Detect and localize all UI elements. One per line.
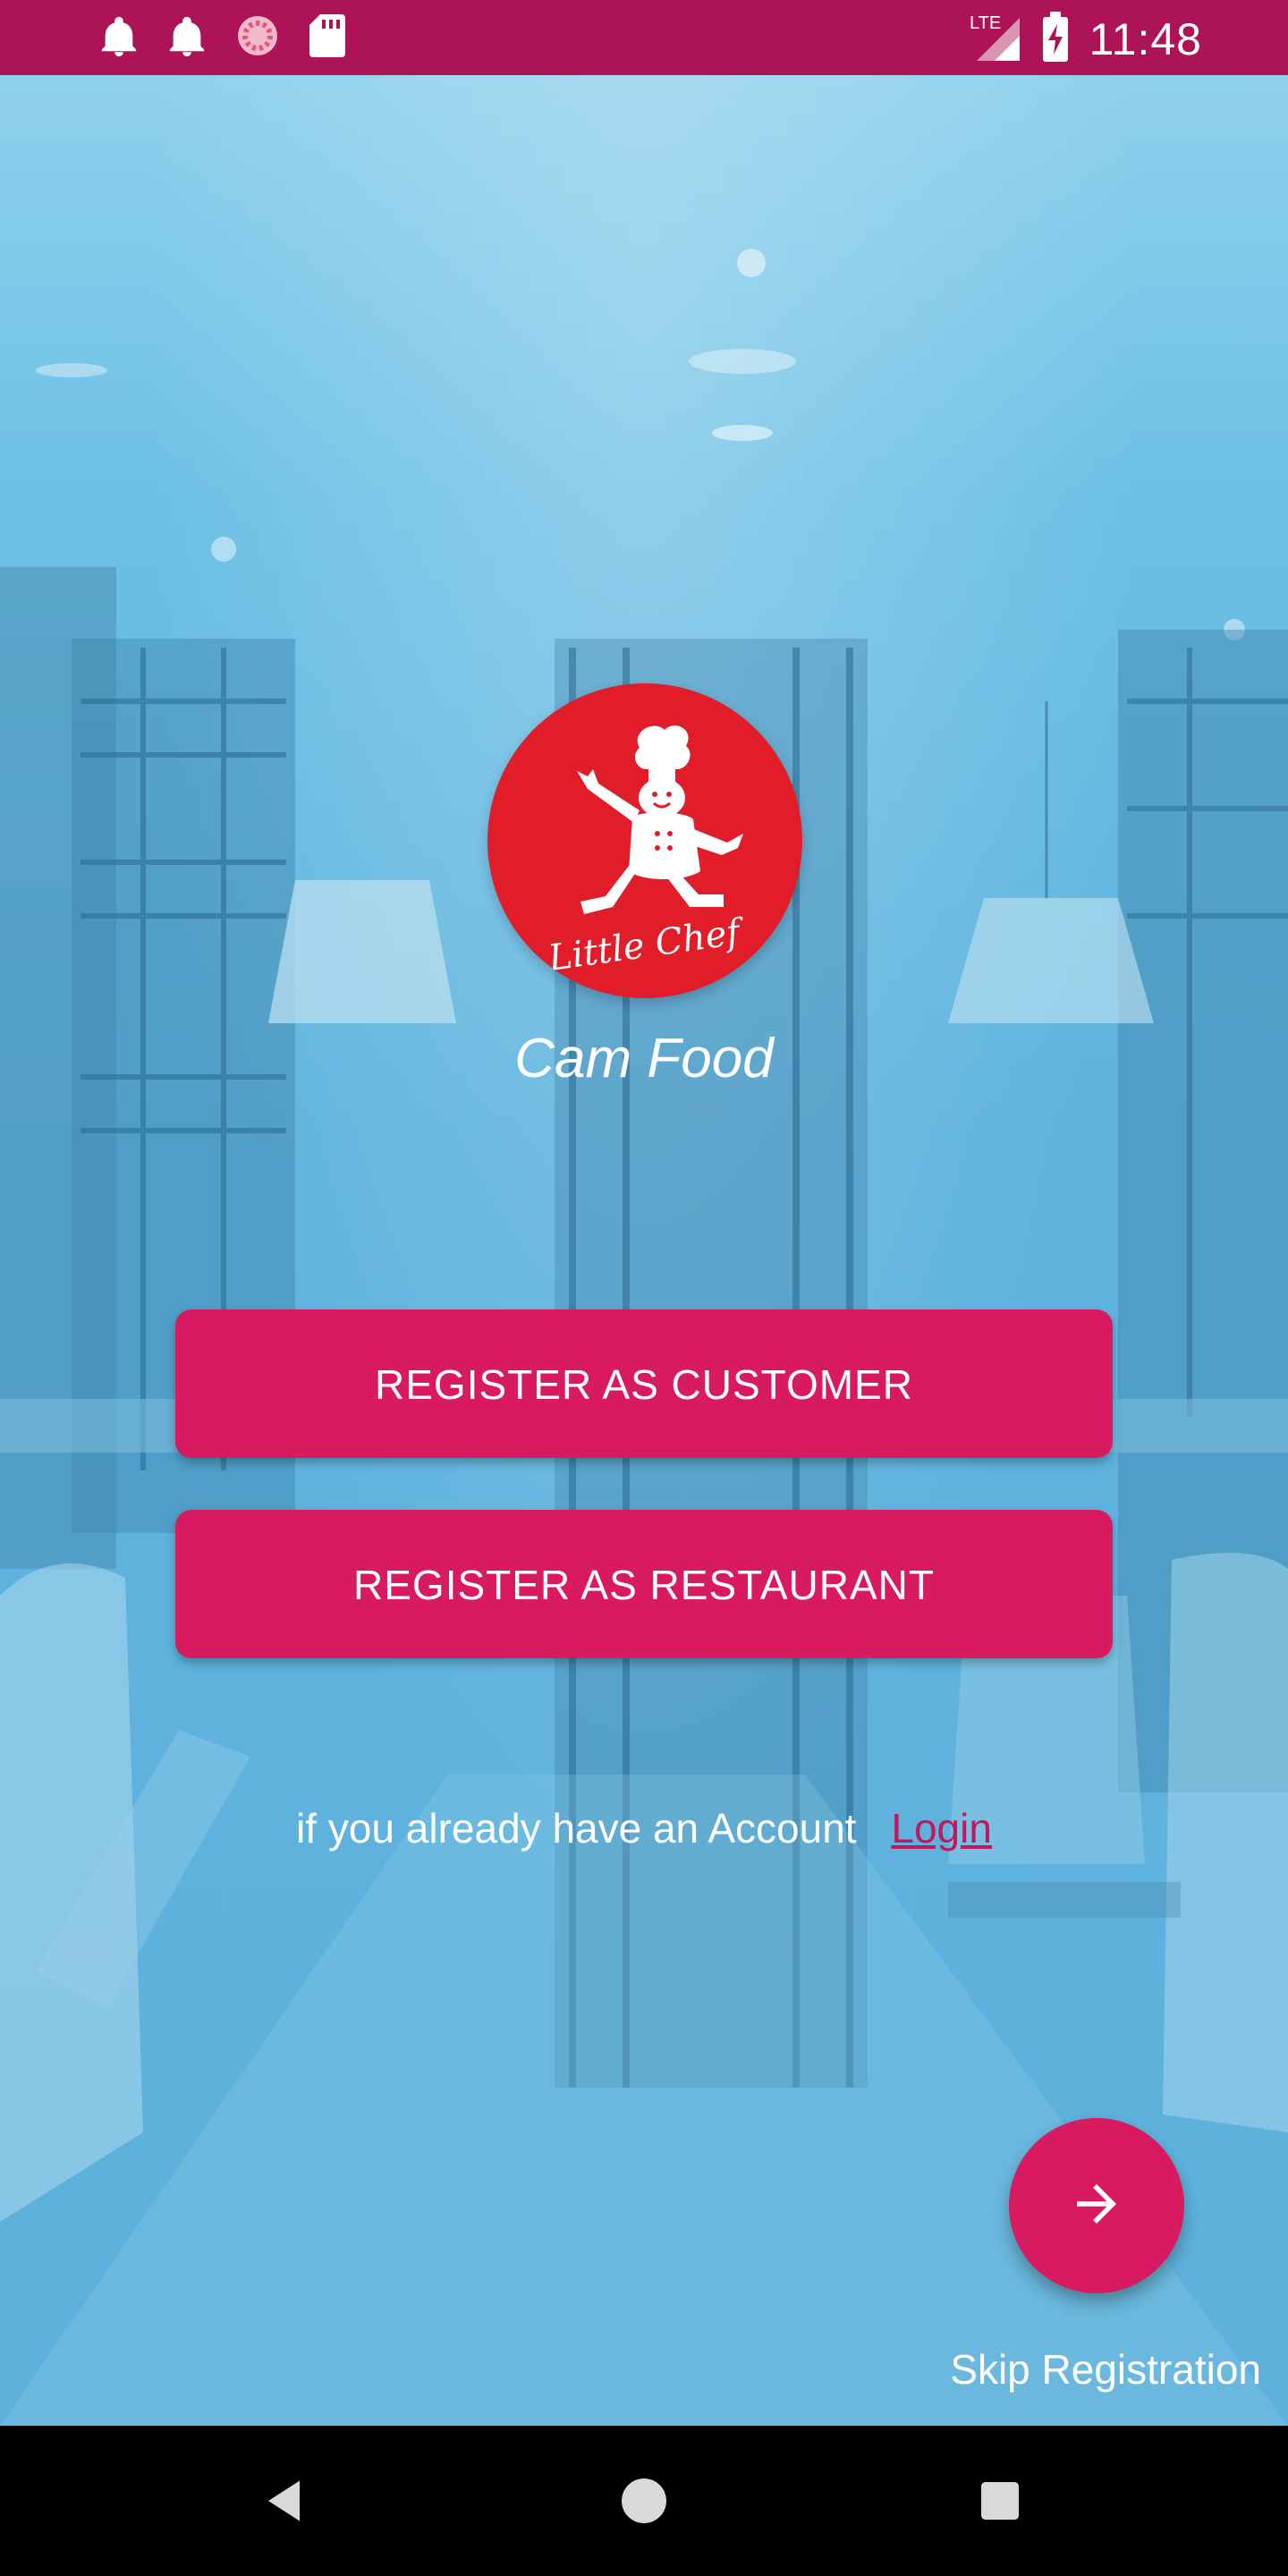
bell-icon: [166, 13, 208, 64]
recents-icon: [981, 2482, 1019, 2520]
app-logo: Little Chef: [487, 683, 802, 998]
skip-registration-label[interactable]: Skip Registration: [950, 2338, 1261, 2401]
notification-icons: [98, 13, 347, 64]
app-surface: Little Chef Cam Food REGISTER AS CUSTOME…: [0, 75, 1288, 2426]
register-restaurant-button[interactable]: REGISTER AS RESTAURANT: [175, 1510, 1113, 1658]
bell-icon: [98, 13, 140, 64]
arrow-right-icon: [1067, 2174, 1126, 2238]
chef-mascot-icon: Little Chef: [545, 725, 748, 979]
recents-button[interactable]: [964, 2465, 1036, 2537]
login-link[interactable]: Login: [891, 1805, 992, 1852]
home-icon: [622, 2479, 666, 2523]
home-button[interactable]: [608, 2465, 680, 2537]
status-bar: LTE 11:48: [0, 0, 1288, 75]
login-prompt: if you already have an Account Login: [0, 1792, 1288, 1864]
system-icons: LTE 11:48: [970, 11, 1202, 67]
back-icon: [268, 2480, 300, 2521]
network-type: LTE: [970, 13, 1001, 33]
battery-charging-icon: [1041, 12, 1070, 66]
app-name: Cam Food: [514, 1028, 774, 1089]
register-customer-button[interactable]: REGISTER AS CUSTOMER: [175, 1309, 1113, 1458]
logo-text: Little Chef: [545, 911, 748, 979]
back-button[interactable]: [250, 2465, 322, 2537]
skip-registration-button[interactable]: [1009, 2118, 1184, 2293]
restaurant-background-image: [0, 249, 1288, 2426]
sd-card-icon: [308, 13, 347, 64]
lte-signal-icon: LTE: [970, 11, 1021, 67]
status-time: 11:48: [1089, 13, 1202, 64]
login-prompt-message: if you already have an Account: [296, 1805, 857, 1852]
sync-icon: [234, 13, 281, 64]
navigation-bar: [0, 2426, 1288, 2576]
